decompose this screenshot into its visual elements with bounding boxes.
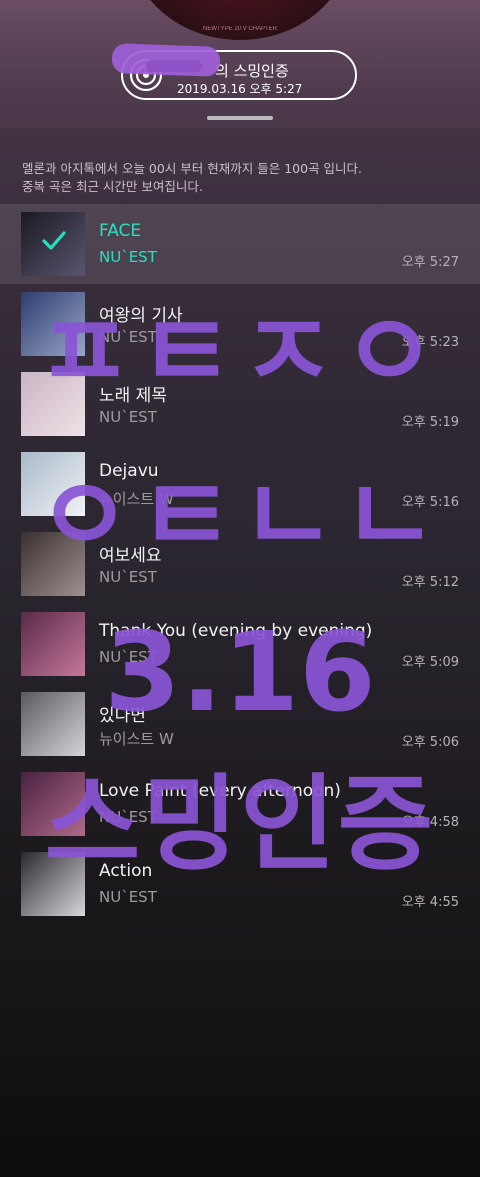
play-time: 오후 5:19 xyxy=(401,415,459,430)
song-row[interactable]: 여왕의 기사 NU`EST 오후 5:23 xyxy=(0,284,480,364)
song-artist: NU`EST xyxy=(99,248,157,266)
song-title: Thank You (evening by evening) xyxy=(99,621,373,641)
song-row[interactable]: FACE NU`EST 오후 5:27 xyxy=(0,204,480,284)
song-list: FACE NU`EST 오후 5:27 여왕의 기사 NU`EST 오후 5:23 노래 제… xyxy=(0,204,480,924)
song-title: 여왕의 기사 xyxy=(99,306,183,326)
album-thumbnail xyxy=(21,852,85,916)
song-artist: NU`EST xyxy=(99,408,157,426)
song-title: 노래 제목 xyxy=(99,386,167,406)
album-thumbnail xyxy=(21,772,85,836)
song-title: 있다면 xyxy=(99,706,146,726)
album-art-top: NEWTYPE 20 V CHAPTER xyxy=(130,0,350,40)
song-row[interactable]: Thank You (evening by evening) NU`EST 오후 5… xyxy=(0,604,480,684)
notice-line-2: 중복 곡은 최근 시간만 보여집니다. xyxy=(22,179,203,194)
song-title: 여보세요 xyxy=(99,546,162,566)
album-thumbnail xyxy=(21,212,85,276)
certification-title: 의 스밍인증 xyxy=(215,62,289,80)
album-thumbnail xyxy=(21,292,85,356)
song-artist: NU`EST xyxy=(99,568,157,586)
notice-text: 멜론과 아지톡에서 오늘 00시 부터 현재까지 들은 100곡 입니다. 중복… xyxy=(22,160,362,196)
song-title: FACE xyxy=(99,221,142,241)
play-time: 오후 4:55 xyxy=(401,895,459,910)
song-artist: 뉴이스트 W xyxy=(99,730,174,748)
play-time: 오후 5:06 xyxy=(401,735,459,750)
song-title: Dejavu xyxy=(99,461,159,481)
song-artist: NU`EST xyxy=(99,888,157,906)
check-icon xyxy=(42,231,66,250)
play-time: 오후 5:09 xyxy=(401,655,459,670)
album-thumbnail xyxy=(21,452,85,516)
song-artist: NU`EST xyxy=(99,328,157,346)
album-thumbnail xyxy=(21,532,85,596)
certification-timestamp: 2019.03.16 오후 5:27 xyxy=(177,82,303,96)
song-row[interactable]: 노래 제목 NU`EST 오후 5:19 xyxy=(0,364,480,444)
notice-line-1: 멜론과 아지톡에서 오늘 00시 부터 현재까지 들은 100곡 입니다. xyxy=(22,161,363,176)
song-title: Love Paint (every afternoon) xyxy=(99,781,341,801)
play-time: 오후 4:58 xyxy=(401,815,459,830)
song-row[interactable]: 여보세요 NU`EST 오후 5:12 xyxy=(0,524,480,604)
song-title: Action xyxy=(99,861,153,881)
play-time: 오후 5:12 xyxy=(401,575,459,590)
play-time: 오후 5:23 xyxy=(401,335,459,350)
redaction-scribble xyxy=(146,60,202,72)
song-artist: NU`EST xyxy=(99,648,157,666)
album-art-text: NEWTYPE 20 V CHAPTER xyxy=(202,26,277,32)
play-time: 오후 5:27 xyxy=(401,255,459,270)
song-row[interactable]: 있다면뉴이스트 W 오후 5:06 xyxy=(0,684,480,764)
drag-handle[interactable] xyxy=(207,116,273,120)
song-row[interactable]: Action NU`EST 오후 4:55 xyxy=(0,844,480,924)
song-artist: NU`EST xyxy=(99,808,157,826)
album-thumbnail xyxy=(21,372,85,436)
song-artist: 뉴이스트 W xyxy=(99,490,174,508)
play-time: 오후 5:16 xyxy=(401,495,459,510)
song-row[interactable]: Love Paint (every afternoon) NU`EST 오후 4:5… xyxy=(0,764,480,844)
album-thumbnail xyxy=(21,612,85,676)
album-thumbnail xyxy=(21,692,85,756)
song-row[interactable]: Dejavu 뉴이스트 W 오후 5:16 xyxy=(0,444,480,524)
